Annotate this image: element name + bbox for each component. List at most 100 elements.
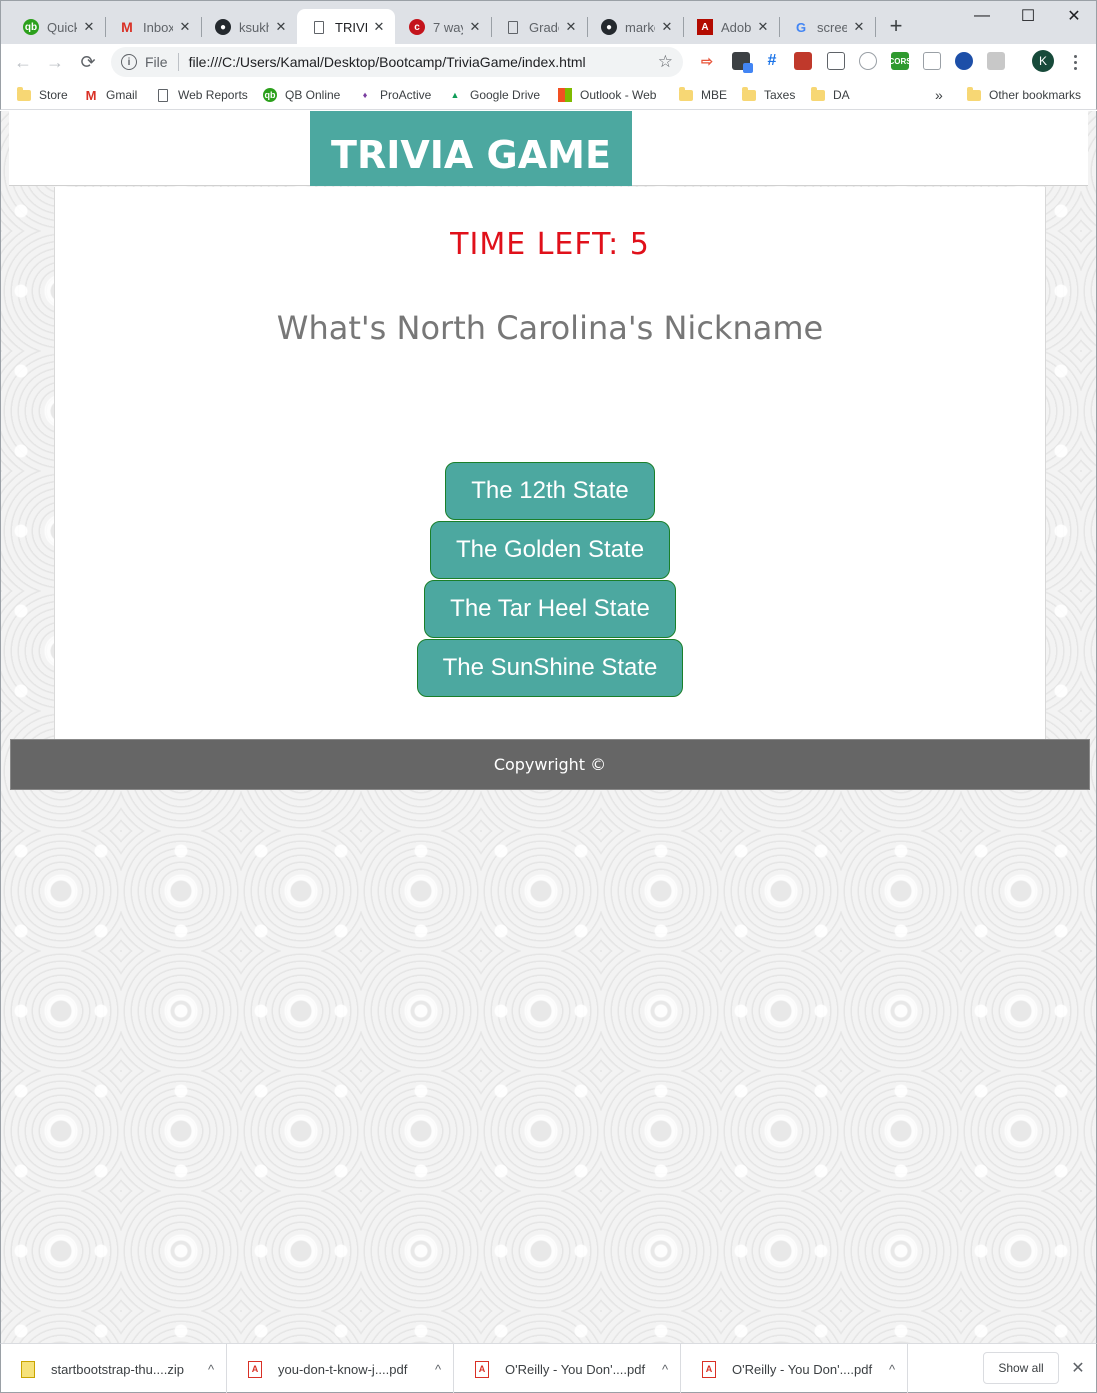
page-icon [156, 88, 170, 102]
extension-crop-icon[interactable]: # [763, 52, 781, 70]
download-name: O'Reilly - You Don'....pdf [732, 1361, 873, 1377]
site-footer: Copywright © [10, 739, 1090, 790]
chevron-up-icon[interactable]: ^ [877, 1362, 907, 1377]
download-item[interactable]: A O'Reilly - You Don'....pdf ^ [455, 1344, 681, 1393]
close-icon[interactable]: ✕ [371, 19, 387, 35]
bookmark-web-reports[interactable]: Web Reports [156, 85, 248, 105]
tab-strip: qb Quick ✕ M Inbox ✕ ● ksukh ✕ TRIVIA ✕ … [0, 0, 1097, 45]
bookmark-star-icon[interactable]: ☆ [658, 52, 673, 72]
close-icon[interactable]: ✕ [755, 19, 771, 35]
tab-title: Quick [47, 19, 77, 35]
download-name: you-don-t-know-j....pdf [278, 1361, 408, 1377]
extension-cors-icon[interactable]: CORS [888, 52, 912, 70]
address-bar[interactable]: i File file:///C:/Users/Kamal/Desktop/Bo… [111, 47, 683, 77]
answer-button[interactable]: The Tar Heel State [424, 580, 676, 638]
close-icon[interactable]: ✕ [563, 19, 579, 35]
google-icon: G [795, 19, 807, 35]
time-left: TIME LEFT: 5 [450, 227, 650, 262]
extension-arrow-icon[interactable]: ⇨ [698, 52, 716, 70]
tab-7-ways[interactable]: c 7 way ✕ [395, 9, 492, 45]
folder-icon [811, 86, 825, 102]
bookmark-google-drive[interactable]: ▲ Google Drive [448, 85, 541, 105]
bookmark-label: Web Reports [178, 88, 248, 102]
close-icon[interactable]: ✕ [467, 19, 483, 35]
address-scheme: File [145, 54, 168, 70]
bookmark-proactive[interactable]: ♦ ProActive [358, 85, 432, 105]
close-icon[interactable]: ✕ [659, 19, 675, 35]
show-all-button[interactable]: Show all [983, 1352, 1059, 1384]
chevron-up-icon[interactable]: ^ [650, 1362, 680, 1377]
tab-adobe[interactable]: A Adobe ✕ [683, 9, 780, 45]
chevron-up-icon[interactable]: ^ [196, 1362, 226, 1377]
tab-trivia[interactable]: TRIVIA ✕ [297, 9, 395, 45]
reload-button[interactable]: ⟳ [76, 50, 100, 74]
drive-icon: ▲ [450, 90, 460, 100]
folder-icon [17, 86, 31, 102]
download-name: startbootstrap-thu....zip [51, 1361, 184, 1377]
bookmark-other[interactable]: Other bookmarks [967, 85, 1081, 105]
close-icon[interactable]: ✕ [177, 19, 193, 35]
site-title: TRIVIA GAME [310, 111, 632, 186]
forward-button[interactable]: → [43, 50, 67, 74]
extension-window-icon[interactable] [827, 52, 845, 70]
extension-eyedropper-icon[interactable] [732, 52, 753, 73]
bookmark-label: ProActive [380, 88, 432, 102]
quickbooks-icon: qb [263, 88, 277, 102]
bookmark-label: Google Drive [470, 88, 541, 102]
close-icon[interactable]: ✕ [851, 19, 867, 35]
bookmark-da[interactable]: DA [811, 85, 850, 105]
tab-google-screen[interactable]: G screen ✕ [779, 9, 876, 45]
extension-book-icon[interactable] [794, 52, 812, 70]
github-icon: ● [601, 19, 617, 35]
back-button[interactable]: ← [11, 50, 35, 74]
download-shelf: startbootstrap-thu....zip ^ A you-don-t-… [0, 1343, 1097, 1393]
profile-avatar[interactable]: K [1032, 50, 1054, 72]
answer-list: The 12th State The Golden State The Tar … [55, 462, 1045, 697]
close-icon[interactable]: ✕ [81, 19, 97, 35]
new-tab-button[interactable]: + [885, 15, 907, 37]
bookmarks-overflow-button[interactable]: » [935, 85, 943, 105]
tab-title: TRIVIA [335, 19, 367, 35]
page-icon [505, 19, 521, 35]
tab-quickbooks[interactable]: qb Quick ✕ [9, 9, 106, 45]
answer-button[interactable]: The Golden State [429, 521, 671, 579]
info-icon[interactable]: i [121, 54, 137, 70]
tab-github-ksukh[interactable]: ● ksukh ✕ [201, 9, 297, 45]
proactive-icon: ♦ [362, 90, 368, 100]
game-card: TIME LEFT: 5 What's North Carolina's Nic… [54, 187, 1046, 739]
extension-pdf-icon[interactable] [987, 52, 1005, 70]
download-item[interactable]: A you-don-t-know-j....pdf ^ [228, 1344, 454, 1393]
bookmark-label: Taxes [764, 88, 796, 102]
tab-github-marko[interactable]: ● marko ✕ [587, 9, 684, 45]
menu-icon[interactable] [1065, 50, 1085, 74]
zip-icon [21, 1360, 35, 1378]
bookmark-outlook[interactable]: Outlook - Web [558, 85, 656, 105]
extension-grid-icon[interactable] [923, 52, 941, 70]
chevron-up-icon[interactable]: ^ [423, 1362, 453, 1377]
answer-button[interactable]: The SunShine State [416, 639, 684, 697]
question-text: What's North Carolina's Nickname [276, 309, 824, 347]
bookmark-qb-online[interactable]: qb QB Online [263, 85, 340, 105]
bookmark-taxes[interactable]: Taxes [742, 85, 795, 105]
download-item[interactable]: A O'Reilly - You Don'....pdf ^ [682, 1344, 908, 1393]
github-icon: ● [215, 19, 231, 35]
tab-grade[interactable]: Grade ✕ [491, 9, 588, 45]
close-icon[interactable]: ✕ [273, 19, 289, 35]
extension-globe-icon[interactable] [955, 52, 973, 70]
address-url[interactable]: file:///C:/Users/Kamal/Desktop/Bootcamp/… [189, 54, 586, 70]
tab-inbox[interactable]: M Inbox ✕ [105, 9, 202, 45]
download-item[interactable]: startbootstrap-thu....zip ^ [1, 1344, 227, 1393]
maximize-button[interactable]: ☐ [1005, 1, 1051, 31]
minimize-button[interactable]: — [959, 1, 1005, 31]
answer-button[interactable]: The 12th State [445, 462, 655, 520]
tab-title: marko [625, 19, 655, 35]
close-icon[interactable]: ✕ [1069, 1358, 1087, 1378]
extension-circle-icon[interactable] [859, 52, 877, 70]
pdf-icon: A [702, 1360, 716, 1378]
bookmark-gmail[interactable]: M Gmail [84, 85, 138, 105]
tab-title: Inbox [143, 19, 173, 35]
window-close-button[interactable]: ✕ [1051, 1, 1097, 31]
bookmark-store[interactable]: Store [17, 85, 68, 105]
folder-icon [967, 86, 981, 102]
bookmark-mbe[interactable]: MBE [679, 85, 727, 105]
